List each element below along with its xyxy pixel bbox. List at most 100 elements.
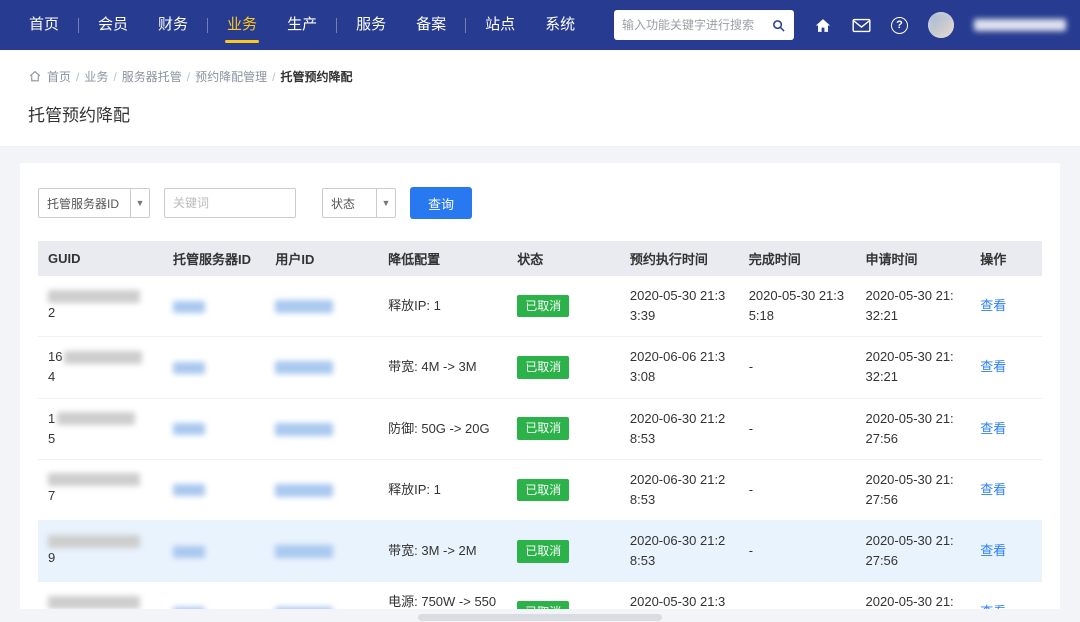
nav-item-2-1[interactable]: 生产 [272, 0, 332, 50]
breadcrumb-items: 首页 / 业务 / 服务器托管 / 预约降配管理 / 托管预约降配 [47, 68, 352, 85]
avatar[interactable] [928, 12, 954, 38]
breadcrumb-link[interactable]: 业务 [84, 68, 108, 85]
view-link[interactable]: 查看 [980, 604, 1006, 609]
breadcrumb-separator: / [76, 69, 80, 84]
view-link[interactable]: 查看 [980, 421, 1006, 436]
exec-time-cell: 2020-06-30 21:28:53 [619, 398, 739, 460]
user-id-redacted [275, 483, 334, 497]
guid-redacted [48, 595, 140, 609]
nav-right-tools: ? [614, 10, 1066, 40]
apply-time-cell: 2020-05-30 21:27:56 [855, 581, 971, 609]
global-search[interactable] [614, 10, 794, 40]
status-badge: 已取消 [517, 356, 570, 379]
server-id-redacted [172, 607, 205, 609]
server-id-select[interactable]: 托管服务器ID ▼ [38, 188, 150, 218]
status-badge: 已取消 [517, 294, 570, 318]
mail-icon[interactable] [852, 18, 871, 33]
exec-time-cell: 2020-06-30 21:28:53 [619, 520, 739, 583]
status-select-value: 状态 [331, 196, 356, 211]
breadcrumb-home-icon[interactable] [28, 70, 42, 83]
page-header: 首页 / 业务 / 服务器托管 / 预约降配管理 / 托管预约降配 托管预约降配 [0, 50, 1080, 147]
nav-menu: 首页 会员 财务 业务 生产 服务 备案 站点 系统 [14, 0, 590, 50]
view-link[interactable]: 查看 [980, 359, 1006, 374]
nav-item-1-0[interactable]: 会员 [83, 0, 143, 50]
table-header-row: GUID 托管服务器ID 用户ID 降低配置 状态 预约执行时间 完成时间 申请时间 操作 [38, 241, 1042, 276]
action-cell: 查看 [970, 459, 1042, 522]
table-header-1: 托管服务器ID [172, 252, 251, 267]
apply-time-cell: 2020-05-30 21:27:56 [855, 459, 971, 522]
table-row: 7 释放IP: 1 已取消 2020-06-30 21:28:53-2020-05-3… [38, 459, 1042, 522]
nav-item-2-0[interactable]: 业务 [212, 0, 272, 50]
config-cell: 防御: 50G -> 20G [378, 398, 508, 460]
exec-time-cell: 2020-06-06 21:33:08 [619, 336, 739, 399]
search-icon[interactable] [771, 18, 786, 33]
horizontal-scrollbar-thumb[interactable] [418, 614, 662, 621]
server-id-redacted [172, 423, 205, 436]
breadcrumb-separator: / [186, 69, 191, 84]
server-id-redacted [172, 545, 205, 558]
status-badge: 已取消 [517, 478, 570, 502]
apply-time-cell: 2020-05-30 21:32:21 [855, 276, 971, 338]
server-id-cell [162, 398, 266, 460]
help-icon[interactable]: ? [891, 16, 908, 34]
username-redacted [974, 19, 1066, 31]
nav-item-4-0[interactable]: 站点 [470, 0, 530, 50]
action-cell: 查看 [970, 398, 1042, 460]
breadcrumb-link[interactable]: 首页 [47, 68, 71, 85]
user-id-cell [265, 520, 379, 583]
nav-divider [336, 17, 338, 33]
keyword-input[interactable] [164, 188, 296, 218]
user-id-cell [265, 398, 379, 460]
config-cell: 释放IP: 1 [378, 276, 508, 338]
complete-time-cell: - [738, 520, 856, 583]
config-cell: 释放IP: 1 [378, 459, 508, 522]
complete-time-cell: - [738, 336, 856, 399]
user-id-cell [265, 336, 379, 399]
action-cell: 查看 [970, 276, 1042, 338]
exec-time-cell: 2020-06-30 21:28:53 [619, 459, 739, 522]
config-cell: 带宽: 3M -> 2M [378, 520, 508, 583]
nav-item-1-1[interactable]: 财务 [143, 0, 203, 50]
apply-time-cell: 2020-05-30 21:27:56 [855, 520, 971, 583]
server-id-cell [162, 459, 266, 522]
status-cell: 已取消 [507, 276, 620, 338]
breadcrumb-link[interactable]: 预约降配管理 [195, 68, 267, 85]
table-header-3: 降低配置 [388, 252, 441, 267]
status-cell: 已取消 [507, 398, 620, 460]
guid-visible-suffix: 7 [48, 488, 56, 504]
top-navigation-bar: 首页会员财务业务生产服务备案站点系统 ? [0, 0, 1080, 50]
nav-item-3-0[interactable]: 服务 [341, 0, 401, 50]
guid-visible-prefix: 1 [48, 410, 56, 426]
status-cell: 已取消 [507, 581, 620, 609]
search-input[interactable] [622, 18, 771, 32]
home-icon[interactable] [814, 17, 832, 34]
status-select[interactable]: 状态 ▼ [322, 188, 396, 218]
view-link[interactable]: 查看 [980, 298, 1006, 313]
server-id-redacted [172, 361, 205, 374]
content-card: 托管服务器ID ▼ 状态 ▼ 查询 GUID托管服务器ID用户ID降低配置状态预… [20, 163, 1060, 609]
guid-cell: 16 4 [38, 336, 163, 399]
nav-divider [465, 17, 467, 33]
table-header-5: 预约执行时间 [629, 252, 708, 267]
breadcrumb-link[interactable]: 服务器托管 [122, 68, 182, 85]
guid-redacted [48, 534, 140, 548]
table-row: 1 5 防御: 50G -> 20G 已取消 2020-06-30 21:28:53-2… [38, 398, 1042, 460]
nav-item-4-1[interactable]: 系统 [530, 0, 590, 50]
view-link[interactable]: 查看 [980, 543, 1006, 558]
status-cell: 已取消 [507, 459, 620, 522]
user-id-redacted [275, 300, 334, 314]
guid-cell: 2 [38, 276, 163, 338]
server-id-cell [162, 276, 266, 338]
server-id-cell [162, 581, 266, 609]
nav-item-0-0[interactable]: 首页 [14, 0, 74, 50]
apply-time-cell: 2020-05-30 21:32:21 [855, 336, 971, 399]
status-badge: 已取消 [517, 539, 570, 563]
nav-item-3-1[interactable]: 备案 [401, 0, 461, 50]
user-id-redacted [275, 361, 334, 375]
guid-cell: 1 [38, 581, 163, 609]
query-button[interactable]: 查询 [410, 187, 472, 219]
server-id-cell [162, 520, 266, 583]
table-header-7: 申请时间 [865, 252, 918, 267]
table-header-2: 用户ID [275, 252, 315, 267]
view-link[interactable]: 查看 [980, 482, 1006, 497]
